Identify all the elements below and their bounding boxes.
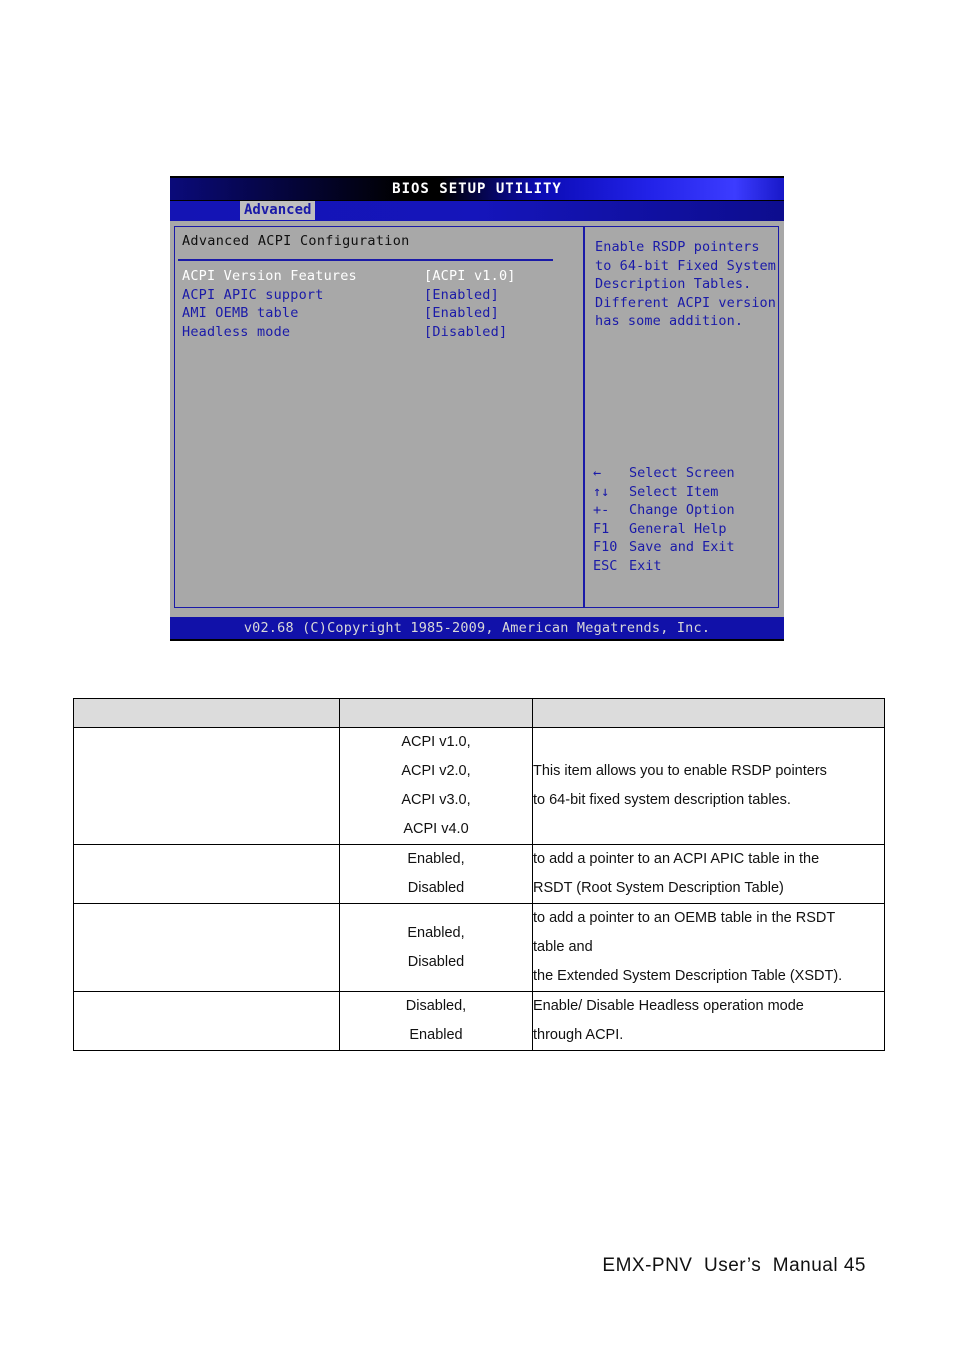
cell-feature [73,991,340,1051]
table-header-options [339,698,533,728]
f10-key-icon: F10 [593,539,618,555]
esc-key-icon: ESC [593,557,618,574]
settings-description-table: ACPI v1.0, ACPI v2.0, ACPI v3.0, ACPI v4… [73,698,885,1051]
f1-key-icon: F1 [593,520,610,537]
panel-border-bottom [562,607,585,608]
bios-option-headless-mode[interactable]: Headless mode [Disabled] [182,323,542,342]
plus-minus-icon: +- [593,502,610,518]
option-value[interactable]: [Enabled] [424,286,499,305]
key-general-help: F1 General Help [591,520,779,539]
key-label: Exit [629,557,662,574]
option-label: AMI OEMB table [182,305,299,321]
cell-options: Enabled, Disabled [339,903,533,992]
cell-description: to add a pointer to an ACPI APIC table i… [532,844,885,904]
key-label: Select Screen [629,465,735,481]
option-value[interactable]: [Disabled] [424,323,507,342]
bios-menu-bar: Advanced [170,201,784,221]
key-label: General Help [629,520,727,537]
cell-options: ACPI v1.0, ACPI v2.0, ACPI v3.0, ACPI v4… [339,727,533,845]
section-divider [178,259,553,261]
option-value[interactable]: [Enabled] [424,304,499,323]
key-label: Select Item [629,483,719,500]
bios-title-bar: BIOS SETUP UTILITY [170,176,784,201]
page-footer: EMX-PNV User’s Manual 45 [602,1255,866,1276]
table-row: Enabled, Disabled to add a pointer to an… [73,844,885,904]
table-row: ACPI v1.0, ACPI v2.0, ACPI v3.0, ACPI v4… [73,727,885,845]
option-value[interactable]: [ACPI v1.0] [424,267,516,286]
bios-option-ami-oemb-table[interactable]: AMI OEMB table [Enabled] [182,304,542,323]
key-select-item: ↑↓ Select Item [591,483,779,502]
table-header-feature [73,698,340,728]
table-header-description [532,698,885,728]
option-label: ACPI Version Features [182,268,357,284]
panel-border-top [562,226,585,227]
cell-description: Enable/ Disable Headless operation mode … [532,991,885,1051]
key-select-screen: ← Select Screen [591,464,779,483]
bios-body: Advanced ACPI Configuration ACPI Version… [170,221,784,617]
bios-footer-bar: v02.68 (C)Copyright 1985-2009, American … [170,617,784,641]
cell-options: Enabled, Disabled [339,844,533,904]
bios-key-legend: ← Select Screen ↑↓ Select Item +- Change… [591,464,779,575]
bios-help-content: Enable RSDP pointers to 64-bit Fixed Sys… [585,226,779,608]
bios-copyright: v02.68 (C)Copyright 1985-2009, American … [243,620,711,636]
table-row: Enabled, Disabled to add a pointer to an… [73,903,885,992]
bios-setup-window: BIOS SETUP UTILITY Advanced Advanced ACP… [170,176,784,641]
key-label: Save and Exit [629,539,735,555]
bios-title: BIOS SETUP UTILITY [392,181,562,197]
cell-description: This item allows you to enable RSDP poin… [532,727,885,845]
up-down-arrow-icon: ↑↓ [593,483,610,500]
bios-option-acpi-version-features[interactable]: ACPI Version Features [ACPI v1.0] [182,267,542,286]
cell-options: Disabled, Enabled [339,991,533,1051]
cell-description: to add a pointer to an OEMB table in the… [532,903,885,992]
section-title: Advanced ACPI Configuration [182,233,410,249]
key-save-and-exit: F10 Save and Exit [591,538,779,557]
table-row: Disabled, Enabled Enable/ Disable Headle… [73,991,885,1051]
table-header-row [73,698,885,728]
cell-feature [73,903,340,992]
cell-feature [73,727,340,845]
bios-option-list: ACPI Version Features [ACPI v1.0] ACPI A… [182,267,542,341]
key-exit: ESC Exit [591,557,779,576]
key-label: Change Option [629,502,735,518]
help-text: Enable RSDP pointers to 64-bit Fixed Sys… [595,239,777,329]
option-label: ACPI APIC support [182,286,324,303]
left-right-arrow-icon: ← [593,465,602,481]
cell-feature [73,844,340,904]
key-change-option: +- Change Option [591,501,779,520]
bios-option-acpi-apic-support[interactable]: ACPI APIC support [Enabled] [182,286,542,305]
tab-advanced[interactable]: Advanced [240,201,316,220]
option-label: Headless mode [182,323,291,340]
